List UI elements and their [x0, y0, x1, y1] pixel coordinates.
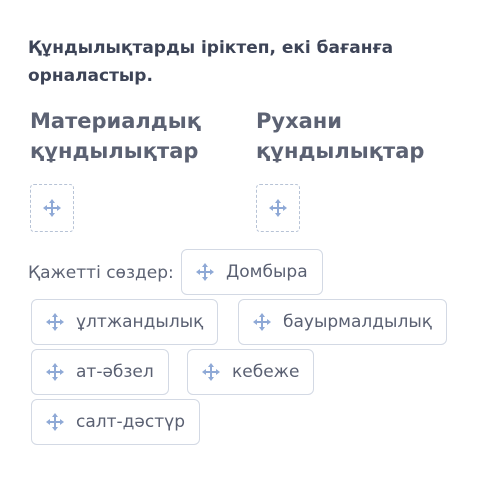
words-label: Қажетті сөздер:: [28, 263, 174, 283]
move-arrows-icon: [202, 363, 220, 381]
move-arrows-icon: [253, 313, 271, 331]
word-chip-dombyra[interactable]: Домбыра: [181, 249, 323, 295]
word-chip-at-abzel[interactable]: ат-әбзел: [31, 349, 169, 395]
move-arrows-icon: [43, 199, 61, 217]
move-arrows-icon: [269, 199, 287, 217]
word-chip-kebezhe[interactable]: кебеже: [187, 349, 315, 395]
move-arrows-icon: [196, 263, 214, 281]
word-chip-label: бауырмалдылық: [283, 312, 433, 332]
column-heading-material: Материалдық құндылықтар: [30, 106, 201, 166]
word-chip-label: ұлтжандылық: [76, 312, 204, 332]
dropzone-material[interactable]: [30, 184, 74, 232]
column-heading-material-line2: құндылықтар: [30, 139, 199, 163]
move-arrows-icon: [46, 363, 64, 381]
column-heading-spiritual-line1: Рухани: [256, 109, 343, 133]
dropzone-spiritual[interactable]: [256, 184, 300, 232]
column-heading-spiritual: Рухани құндылықтар: [256, 106, 424, 166]
instruction-text: Құндылықтарды іріктеп, екі бағанға орнал…: [28, 38, 394, 86]
move-arrows-icon: [46, 313, 64, 331]
word-chip-label: Домбыра: [226, 262, 308, 282]
word-chip-ultzhandylyk[interactable]: ұлтжандылық: [31, 299, 219, 345]
word-chip-label: ат-әбзел: [76, 362, 154, 382]
column-heading-material-line1: Материалдық: [30, 109, 201, 133]
move-arrows-icon: [46, 413, 64, 431]
word-chip-label: кебеже: [232, 362, 300, 382]
word-chip-bauyrmaldylyk[interactable]: бауырмалдылық: [238, 299, 448, 345]
word-chip-salt-dastur[interactable]: салт-дәстүр: [31, 399, 200, 445]
word-chip-label: салт-дәстүр: [76, 412, 185, 432]
column-heading-spiritual-line2: құндылықтар: [256, 139, 425, 163]
